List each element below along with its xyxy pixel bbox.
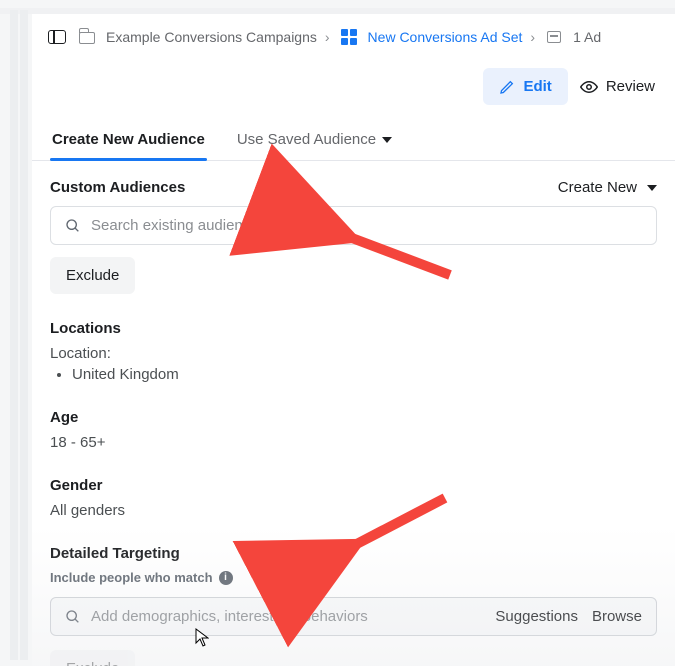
- subnote-text: Include people who match: [50, 570, 213, 585]
- chevron-right-icon: ›: [325, 29, 330, 45]
- create-new-dropdown[interactable]: Create New: [558, 179, 657, 196]
- custom-audience-search[interactable]: [50, 206, 657, 245]
- exclude-targeting-button[interactable]: Exclude: [50, 650, 135, 666]
- locations-list: United Kingdom: [50, 366, 657, 383]
- breadcrumb-campaign[interactable]: Example Conversions Campaigns: [106, 29, 317, 45]
- custom-audiences-title: Custom Audiences: [50, 179, 185, 196]
- tab-create-new-audience[interactable]: Create New Audience: [50, 123, 207, 160]
- review-button[interactable]: Review: [580, 78, 655, 96]
- detailed-targeting-title: Detailed Targeting: [50, 545, 657, 562]
- actions-row: Edit Review: [32, 62, 675, 123]
- audience-tabs: Create New Audience Use Saved Audience: [32, 123, 675, 161]
- breadcrumb: Example Conversions Campaigns › New Conv…: [32, 14, 675, 62]
- chevron-down-icon: [647, 185, 657, 191]
- adset-grid-icon: [338, 26, 360, 48]
- info-icon[interactable]: i: [219, 571, 233, 585]
- tab-use-saved-audience[interactable]: Use Saved Audience: [235, 123, 394, 160]
- mouse-cursor-icon: [195, 628, 209, 648]
- left-gutter-strip: [10, 10, 18, 660]
- gender-block: Gender All genders: [50, 477, 657, 519]
- breadcrumb-adset[interactable]: New Conversions Ad Set: [368, 29, 523, 45]
- review-button-label: Review: [606, 78, 655, 95]
- gender-value: All genders: [50, 502, 657, 519]
- page-container: Example Conversions Campaigns › New Conv…: [32, 14, 675, 666]
- locations-label: Location:: [50, 345, 657, 362]
- tab-label: Create New Audience: [52, 131, 205, 148]
- create-new-label: Create New: [558, 179, 637, 196]
- tab-label: Use Saved Audience: [237, 131, 376, 148]
- exclude-button[interactable]: Exclude: [50, 257, 135, 294]
- age-block: Age 18 - 65+: [50, 409, 657, 451]
- age-title: Age: [50, 409, 657, 426]
- edit-button[interactable]: Edit: [483, 68, 567, 105]
- custom-audiences-header: Custom Audiences Create New: [50, 179, 657, 196]
- browse-button[interactable]: Browse: [592, 608, 642, 625]
- detailed-targeting-input[interactable]: [91, 608, 485, 625]
- eye-icon: [580, 78, 598, 96]
- breadcrumb-ads[interactable]: 1 Ad: [573, 29, 601, 45]
- search-icon: [65, 218, 81, 234]
- content-area: Custom Audiences Create New Exclude Loca…: [32, 161, 675, 666]
- detailed-targeting-block: Detailed Targeting Include people who ma…: [50, 545, 657, 666]
- search-icon: [65, 609, 81, 625]
- ads-icon: [543, 26, 565, 48]
- detailed-targeting-actions: Suggestions Browse: [495, 608, 642, 625]
- gender-title: Gender: [50, 477, 657, 494]
- detailed-targeting-subnote: Include people who match i: [50, 570, 657, 585]
- chevron-down-icon: [382, 137, 392, 143]
- custom-audience-search-input[interactable]: [91, 217, 642, 234]
- detailed-targeting-search[interactable]: Suggestions Browse: [50, 597, 657, 636]
- locations-title: Locations: [50, 320, 657, 337]
- left-gutter-strip-2: [20, 10, 28, 660]
- folder-icon: [76, 26, 98, 48]
- pencil-icon: [499, 79, 515, 95]
- chevron-right-icon: ›: [530, 29, 535, 45]
- suggestions-button[interactable]: Suggestions: [495, 608, 578, 625]
- list-item: United Kingdom: [72, 366, 657, 383]
- edit-button-label: Edit: [523, 78, 551, 95]
- panel-toggle-icon[interactable]: [46, 26, 68, 48]
- age-value: 18 - 65+: [50, 434, 657, 451]
- locations-block: Locations Location: United Kingdom: [50, 320, 657, 383]
